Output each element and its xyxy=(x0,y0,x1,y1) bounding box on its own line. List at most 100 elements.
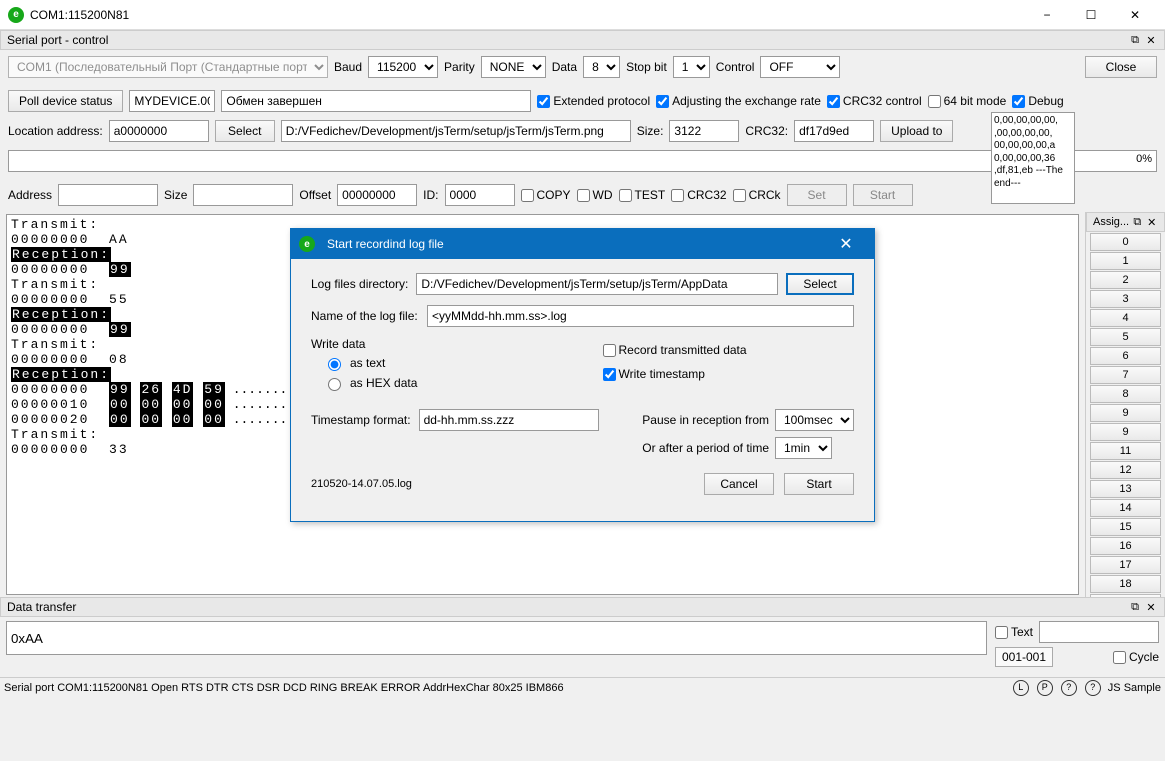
period-select[interactable]: 1min xyxy=(775,437,832,459)
assign-item[interactable]: 0 xyxy=(1090,233,1161,251)
crc32-control-check[interactable]: CRC32 control xyxy=(827,94,922,108)
select-file-button[interactable]: Select xyxy=(215,120,275,142)
set-button[interactable]: Set xyxy=(787,184,847,206)
record-tx-check[interactable]: Record transmitted data xyxy=(603,343,855,357)
assign-item[interactable]: 1 xyxy=(1090,252,1161,270)
copy-check[interactable]: COPY xyxy=(521,188,571,202)
assign-item[interactable]: 6 xyxy=(1090,347,1161,365)
stop-bit-select[interactable]: 1 xyxy=(673,56,710,78)
test-check[interactable]: TEST xyxy=(619,188,666,202)
parity-select[interactable]: NONE xyxy=(481,56,546,78)
status-circle-p[interactable]: P xyxy=(1037,680,1053,696)
location-address-input[interactable] xyxy=(109,120,209,142)
assign-float-icon[interactable]: ⧉ xyxy=(1131,215,1143,229)
assign-item[interactable]: 12 xyxy=(1090,461,1161,479)
crck-check[interactable]: CRCk xyxy=(733,188,781,202)
pause-label: Pause in reception from xyxy=(642,413,769,427)
pause-select[interactable]: 100msec xyxy=(775,409,854,431)
adjust-rate-check[interactable]: Adjusting the exchange rate xyxy=(656,94,821,108)
crc32-check[interactable]: CRC32 xyxy=(671,188,726,202)
address-label: Address xyxy=(8,188,52,202)
com-port-select[interactable]: COM1 (Последовательный Порт (Стандартные… xyxy=(8,56,328,78)
offset-input[interactable] xyxy=(337,184,417,206)
as-text-radio[interactable]: as text xyxy=(323,355,563,371)
status-circle-l[interactable]: L xyxy=(1013,680,1029,696)
write-ts-check[interactable]: Write timestamp xyxy=(603,367,855,381)
file-path-input[interactable] xyxy=(281,120,631,142)
close-panel-icon[interactable]: ✕ xyxy=(1144,33,1158,47)
progress-text: 0% xyxy=(1136,153,1152,165)
assign-item[interactable]: 14 xyxy=(1090,499,1161,517)
debug-check[interactable]: Debug xyxy=(1012,94,1063,108)
status-circle-4[interactable]: ? xyxy=(1085,680,1101,696)
range-box: 001-001 xyxy=(995,647,1053,667)
upload-button[interactable]: Upload to xyxy=(880,120,953,142)
maximize-button[interactable]: ☐ xyxy=(1069,0,1113,30)
assign-item[interactable]: 13 xyxy=(1090,480,1161,498)
assign-item[interactable]: 17 xyxy=(1090,556,1161,574)
start-button[interactable]: Start xyxy=(853,184,913,206)
assign-item[interactable]: 18 xyxy=(1090,575,1161,593)
assign-panel-header: Assig... ⧉ ✕ xyxy=(1086,212,1165,232)
status-bar: Serial port COM1:115200N81 Open RTS DTR … xyxy=(0,677,1165,697)
assign-item[interactable]: 9 xyxy=(1090,404,1161,422)
period-label: Or after a period of time xyxy=(642,441,769,455)
text-input[interactable] xyxy=(1039,621,1159,643)
poll-status-input[interactable] xyxy=(221,90,531,112)
id-input[interactable] xyxy=(445,184,515,206)
tx-data-input[interactable] xyxy=(6,621,987,655)
float-icon[interactable]: ⧉ xyxy=(1128,33,1142,47)
data-label: Data xyxy=(552,60,577,74)
status-right: JS Sample xyxy=(1108,682,1161,694)
dialog-close-button[interactable]: ✕ xyxy=(826,229,866,259)
address-input[interactable] xyxy=(58,184,158,206)
assign-item[interactable]: 7 xyxy=(1090,366,1161,384)
wd-check[interactable]: WD xyxy=(577,188,613,202)
dialog-select-button[interactable]: Select xyxy=(786,273,854,295)
assign-item[interactable]: 4 xyxy=(1090,309,1161,327)
assign-item[interactable]: 15 xyxy=(1090,518,1161,536)
poll-device-button[interactable]: Poll device status xyxy=(8,90,123,112)
as-hex-radio[interactable]: as HEX data xyxy=(323,375,563,391)
text-check[interactable]: Text xyxy=(995,625,1033,639)
app-icon: e xyxy=(8,7,24,23)
assign-item[interactable]: 8 xyxy=(1090,385,1161,403)
dialog-title-text: Start recordind log file xyxy=(327,237,444,251)
data-bits-select[interactable]: 8 xyxy=(583,56,620,78)
close-port-button[interactable]: Close xyxy=(1085,56,1157,78)
progress-bar: 0% xyxy=(8,150,1157,172)
control-select[interactable]: OFF xyxy=(760,56,840,78)
assign-close-icon[interactable]: ✕ xyxy=(1146,215,1158,229)
close-window-button[interactable]: ✕ xyxy=(1113,0,1157,30)
ts-format-input[interactable] xyxy=(419,409,599,431)
extended-protocol-check[interactable]: Extended protocol xyxy=(537,94,650,108)
size2-input[interactable] xyxy=(193,184,293,206)
crc32-label: CRC32: xyxy=(745,124,788,138)
bit64-check[interactable]: 64 bit mode xyxy=(928,94,1007,108)
dt-close-icon[interactable]: ✕ xyxy=(1144,600,1158,614)
assign-item[interactable]: 5 xyxy=(1090,328,1161,346)
status-circle-3[interactable]: ? xyxy=(1061,680,1077,696)
baud-select[interactable]: 115200 xyxy=(368,56,438,78)
assign-item[interactable]: 16 xyxy=(1090,537,1161,555)
minimize-button[interactable]: − xyxy=(1025,0,1069,30)
dt-float-icon[interactable]: ⧉ xyxy=(1128,600,1142,614)
dialog-cancel-button[interactable]: Cancel xyxy=(704,473,774,495)
logname-input[interactable] xyxy=(427,305,854,327)
dir-label: Log files directory: xyxy=(311,277,408,291)
file-size-input[interactable] xyxy=(669,120,739,142)
window-titlebar: e COM1:115200N81 − ☐ ✕ xyxy=(0,0,1165,30)
assign-item[interactable]: 9 xyxy=(1090,423,1161,441)
crc32-input[interactable] xyxy=(794,120,874,142)
device-name-input[interactable] xyxy=(129,90,215,112)
dialog-start-button[interactable]: Start xyxy=(784,473,854,495)
debug-output[interactable]: 0,00,00,00,00, ,00,00,00,00, 00,00,00,00… xyxy=(991,112,1075,204)
dir-input[interactable] xyxy=(416,273,778,295)
cycle-check[interactable]: Cycle xyxy=(1113,650,1159,664)
assign-item[interactable]: 3 xyxy=(1090,290,1161,308)
control-label: Control xyxy=(716,60,755,74)
dialog-titlebar[interactable]: e Start recordind log file ✕ xyxy=(291,229,874,259)
assign-item[interactable]: 11 xyxy=(1090,442,1161,460)
assign-list[interactable]: 0123456789911121314151617181920212223 xyxy=(1086,232,1165,597)
assign-item[interactable]: 2 xyxy=(1090,271,1161,289)
